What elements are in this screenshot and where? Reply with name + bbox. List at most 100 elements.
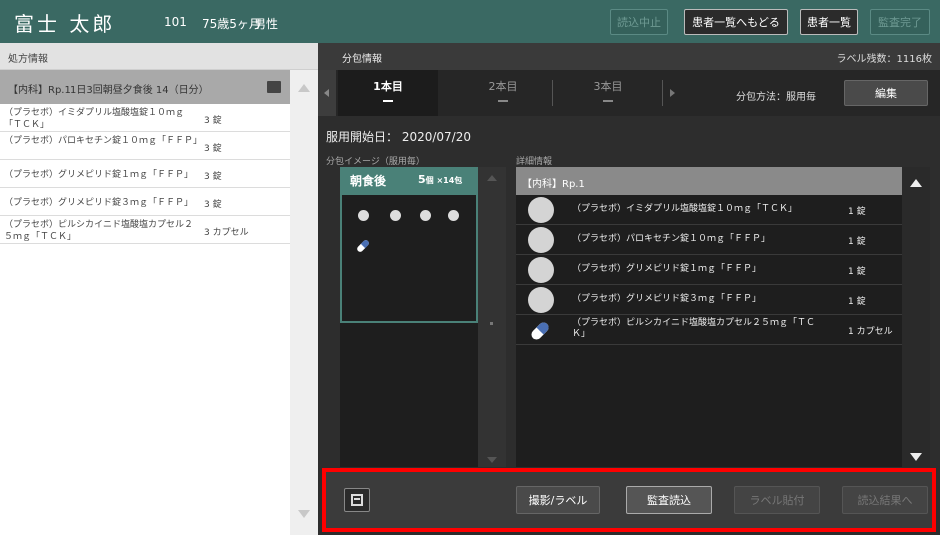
- pack-header[interactable]: 朝食後 5個 ×14包: [340, 167, 478, 193]
- pack-contents: [340, 193, 478, 323]
- pack-count: 5個 ×14包: [418, 173, 462, 186]
- tab-bar: 1本目 2本目 3本目 分包方法：服用毎 編集: [318, 70, 940, 116]
- audit-read-button[interactable]: 監査読込: [626, 486, 712, 514]
- detail-med-name: （プラセボ）ピルシカイニド塩酸塩カプセル２５ｍｇ「ＴＣＫ」: [572, 318, 816, 339]
- patient-age: 75歳5ヶ月: [202, 17, 261, 31]
- tab-label: 3本目: [593, 80, 623, 93]
- tab-bottle-2[interactable]: 2本目: [448, 70, 558, 116]
- table-row[interactable]: （プラセボ）ピルシカイニド塩酸塩カプセル２５ｍｇ「ＴＣＫ」 1 カプセル: [516, 315, 902, 345]
- left-scrollbar[interactable]: [290, 70, 318, 535]
- header-bar: 富士 太郎 101 75歳5ヶ月 男性 読込中止 患者一覧へもどる 患者一覧 監…: [0, 0, 940, 43]
- tablet-icon: [448, 210, 459, 221]
- rp-label: 【内科】Rp.1: [8, 85, 71, 96]
- scroll-up-icon[interactable]: [298, 84, 310, 92]
- scroll-up-icon[interactable]: [910, 179, 922, 187]
- tab-next-arrow-icon[interactable]: [670, 89, 675, 97]
- table-row[interactable]: （プラセボ）グリメピリド錠３ｍｇ「ＦＦＰ」 1 錠: [516, 285, 902, 315]
- tab-prev-arrow-icon[interactable]: [318, 70, 336, 116]
- med-qty: 3 錠: [204, 200, 222, 210]
- tab-label: 2本目: [488, 80, 518, 93]
- to-results-button[interactable]: 読込結果へ: [842, 486, 928, 514]
- packing-info-title-text: 分包情報: [342, 54, 382, 65]
- back-to-patient-list-button[interactable]: 患者一覧へもどる: [684, 9, 788, 35]
- rp-dosage-text: 1日3回朝昼夕食後 14（日分）: [70, 85, 209, 96]
- med-qty: 3 錠: [204, 144, 222, 154]
- packing-info-title: 分包情報 ラベル残数：1116枚: [318, 43, 940, 70]
- tablet-icon: [528, 227, 554, 253]
- scroll-indicator: [490, 322, 493, 325]
- tab-dash: [603, 100, 613, 102]
- tab-divider: [662, 80, 663, 106]
- list-item[interactable]: （プラセボ）パロキセチン錠１０ｍｇ「ＦＦＰ」 3 錠: [0, 132, 290, 160]
- med-qty: 3 錠: [204, 172, 222, 182]
- detail-med-name: （プラセボ）グリメピリド錠１ｍｇ「ＦＦＰ」: [572, 264, 762, 274]
- window-icon: [351, 494, 363, 506]
- action-bar-highlighted: 撮影/ラベル 監査読込 ラベル貼付 読込結果へ: [322, 468, 936, 532]
- prescription-list: （プラセボ）イミダプリル塩酸塩錠１０ｍｇ「ＴＣＫ」 3 錠 （プラセボ）パロキセ…: [0, 104, 290, 535]
- detail-med-qty: 1 錠: [848, 237, 866, 247]
- med-qty: 3 錠: [204, 116, 222, 126]
- packing-panel: 分包情報 ラベル残数：1116枚 1本目 2本目 3本目 分包方法：服用毎 編集: [318, 43, 940, 535]
- med-qty: 3 カプセル: [204, 228, 249, 238]
- pack-count-main: 5: [418, 173, 426, 186]
- app-root: 富士 太郎 101 75歳5ヶ月 男性 読込中止 患者一覧へもどる 患者一覧 監…: [0, 0, 940, 535]
- tablet-icon: [358, 210, 369, 221]
- label-attach-button[interactable]: ラベル貼付: [734, 486, 820, 514]
- label-remaining-count: ラベル残数：1116枚: [836, 54, 932, 65]
- tab-dash: [498, 100, 508, 102]
- tab-bottle-3[interactable]: 3本目: [558, 70, 658, 116]
- patient-sex: 男性: [254, 17, 279, 31]
- pack-method: 分包方法：服用毎: [736, 92, 816, 103]
- pack-image-label: 分包イメージ（服用毎）: [326, 157, 425, 167]
- tablet-icon: [528, 287, 554, 313]
- tab-bottle-1[interactable]: 1本目: [338, 70, 438, 116]
- stop-reading-button[interactable]: 読込中止: [610, 9, 668, 35]
- patient-list-button[interactable]: 患者一覧: [800, 9, 858, 35]
- tablet-icon: [528, 197, 554, 223]
- detail-rp-header[interactable]: 【内科】Rp.1: [516, 167, 902, 195]
- scroll-down-icon[interactable]: [298, 510, 310, 518]
- patient-room: 101: [164, 15, 187, 29]
- table-row[interactable]: （プラセボ）パロキセチン錠１０ｍｇ「ＦＦＰ」 1 錠: [516, 225, 902, 255]
- rp-header-row[interactable]: 【内科】Rp.1 1日3回朝昼夕食後 14（日分）: [0, 70, 290, 104]
- tab-dash: [383, 100, 393, 102]
- tab-divider: [552, 80, 553, 106]
- list-item[interactable]: （プラセボ）ピルシカイニド塩酸塩カプセル２５ｍｇ「ＴＣＫ」 3 カプセル: [0, 216, 290, 244]
- med-name: （プラセボ）パロキセチン錠１０ｍｇ「ＦＦＰ」: [4, 136, 203, 146]
- detail-med-qty: 1 錠: [848, 267, 866, 277]
- audit-complete-button[interactable]: 監査完了: [870, 9, 930, 35]
- window-icon-button[interactable]: [344, 488, 370, 512]
- pack-image-box: 朝食後 5個 ×14包: [340, 167, 478, 467]
- med-name: （プラセボ）イミダプリル塩酸塩錠１０ｍｇ「ＴＣＫ」: [4, 108, 185, 130]
- detail-med-qty: 1 錠: [848, 297, 866, 307]
- table-row[interactable]: （プラセボ）グリメピリド錠１ｍｇ「ＦＦＰ」 1 錠: [516, 255, 902, 285]
- pack-scrollbar[interactable]: [478, 167, 506, 467]
- document-icon[interactable]: [267, 81, 281, 93]
- edit-button[interactable]: 編集: [844, 80, 928, 106]
- list-item[interactable]: （プラセボ）イミダプリル塩酸塩錠１０ｍｇ「ＴＣＫ」 3 錠: [0, 104, 290, 132]
- med-name: （プラセボ）グリメピリド錠３ｍｇ「ＦＦＰ」: [4, 198, 194, 208]
- photo-label-button[interactable]: 撮影/ラベル: [516, 486, 600, 514]
- detail-med-name: （プラセボ）パロキセチン錠１０ｍｇ「ＦＦＰ」: [572, 234, 771, 244]
- scroll-up-icon[interactable]: [487, 175, 497, 181]
- pack-count-unit: 個 ×14包: [425, 176, 463, 185]
- scroll-down-icon[interactable]: [910, 453, 922, 461]
- detail-med-name: （プラセボ）グリメピリド錠３ｍｇ「ＦＦＰ」: [572, 294, 762, 304]
- scroll-down-icon[interactable]: [487, 457, 497, 463]
- list-item[interactable]: （プラセボ）グリメピリド錠３ｍｇ「ＦＦＰ」 3 錠: [0, 188, 290, 216]
- tablet-icon: [528, 257, 554, 283]
- pack-timing: 朝食後: [350, 174, 387, 188]
- table-row[interactable]: （プラセボ）イミダプリル塩酸塩錠１０ｍｇ「ＴＣＫ」 1 錠: [516, 195, 902, 225]
- med-name: （プラセボ）ピルシカイニド塩酸塩カプセル２５ｍｇ「ＴＣＫ」: [4, 220, 194, 242]
- med-name: （プラセボ）グリメピリド錠１ｍｇ「ＦＦＰ」: [4, 170, 194, 180]
- detail-box: 【内科】Rp.1 （プラセボ）イミダプリル塩酸塩錠１０ｍｇ「ＴＣＫ」 1 錠 （…: [516, 167, 902, 467]
- capsule-icon: [357, 240, 369, 252]
- detail-info-label: 詳細情報: [516, 157, 553, 167]
- list-item[interactable]: （プラセボ）グリメピリド錠１ｍｇ「ＦＦＰ」 3 錠: [0, 160, 290, 188]
- tab-label: 1本目: [373, 80, 403, 93]
- detail-med-name: （プラセボ）イミダプリル塩酸塩錠１０ｍｇ「ＴＣＫ」: [572, 204, 798, 214]
- patient-name: 富士 太郎: [14, 12, 116, 36]
- detail-med-qty: 1 カプセル: [848, 327, 893, 337]
- detail-scrollbar[interactable]: [902, 167, 930, 467]
- start-date: 服用開始日： 2020/07/20: [326, 130, 471, 144]
